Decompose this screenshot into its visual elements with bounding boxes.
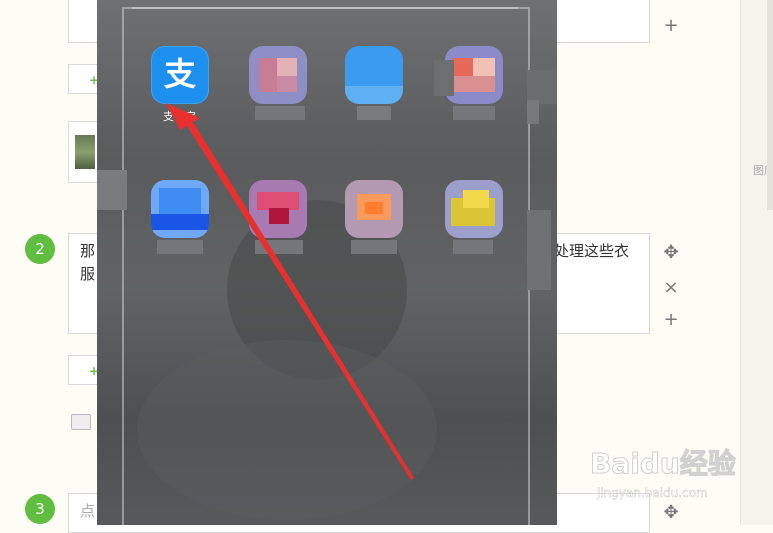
watermark-brand: Baidu经验: [590, 447, 737, 481]
baidu-watermark: Baidu经验 jingyan.baidu.com: [590, 438, 740, 508]
arrow-shape: [166, 103, 414, 480]
watermark-url: jingyan.baidu.com: [597, 486, 708, 500]
